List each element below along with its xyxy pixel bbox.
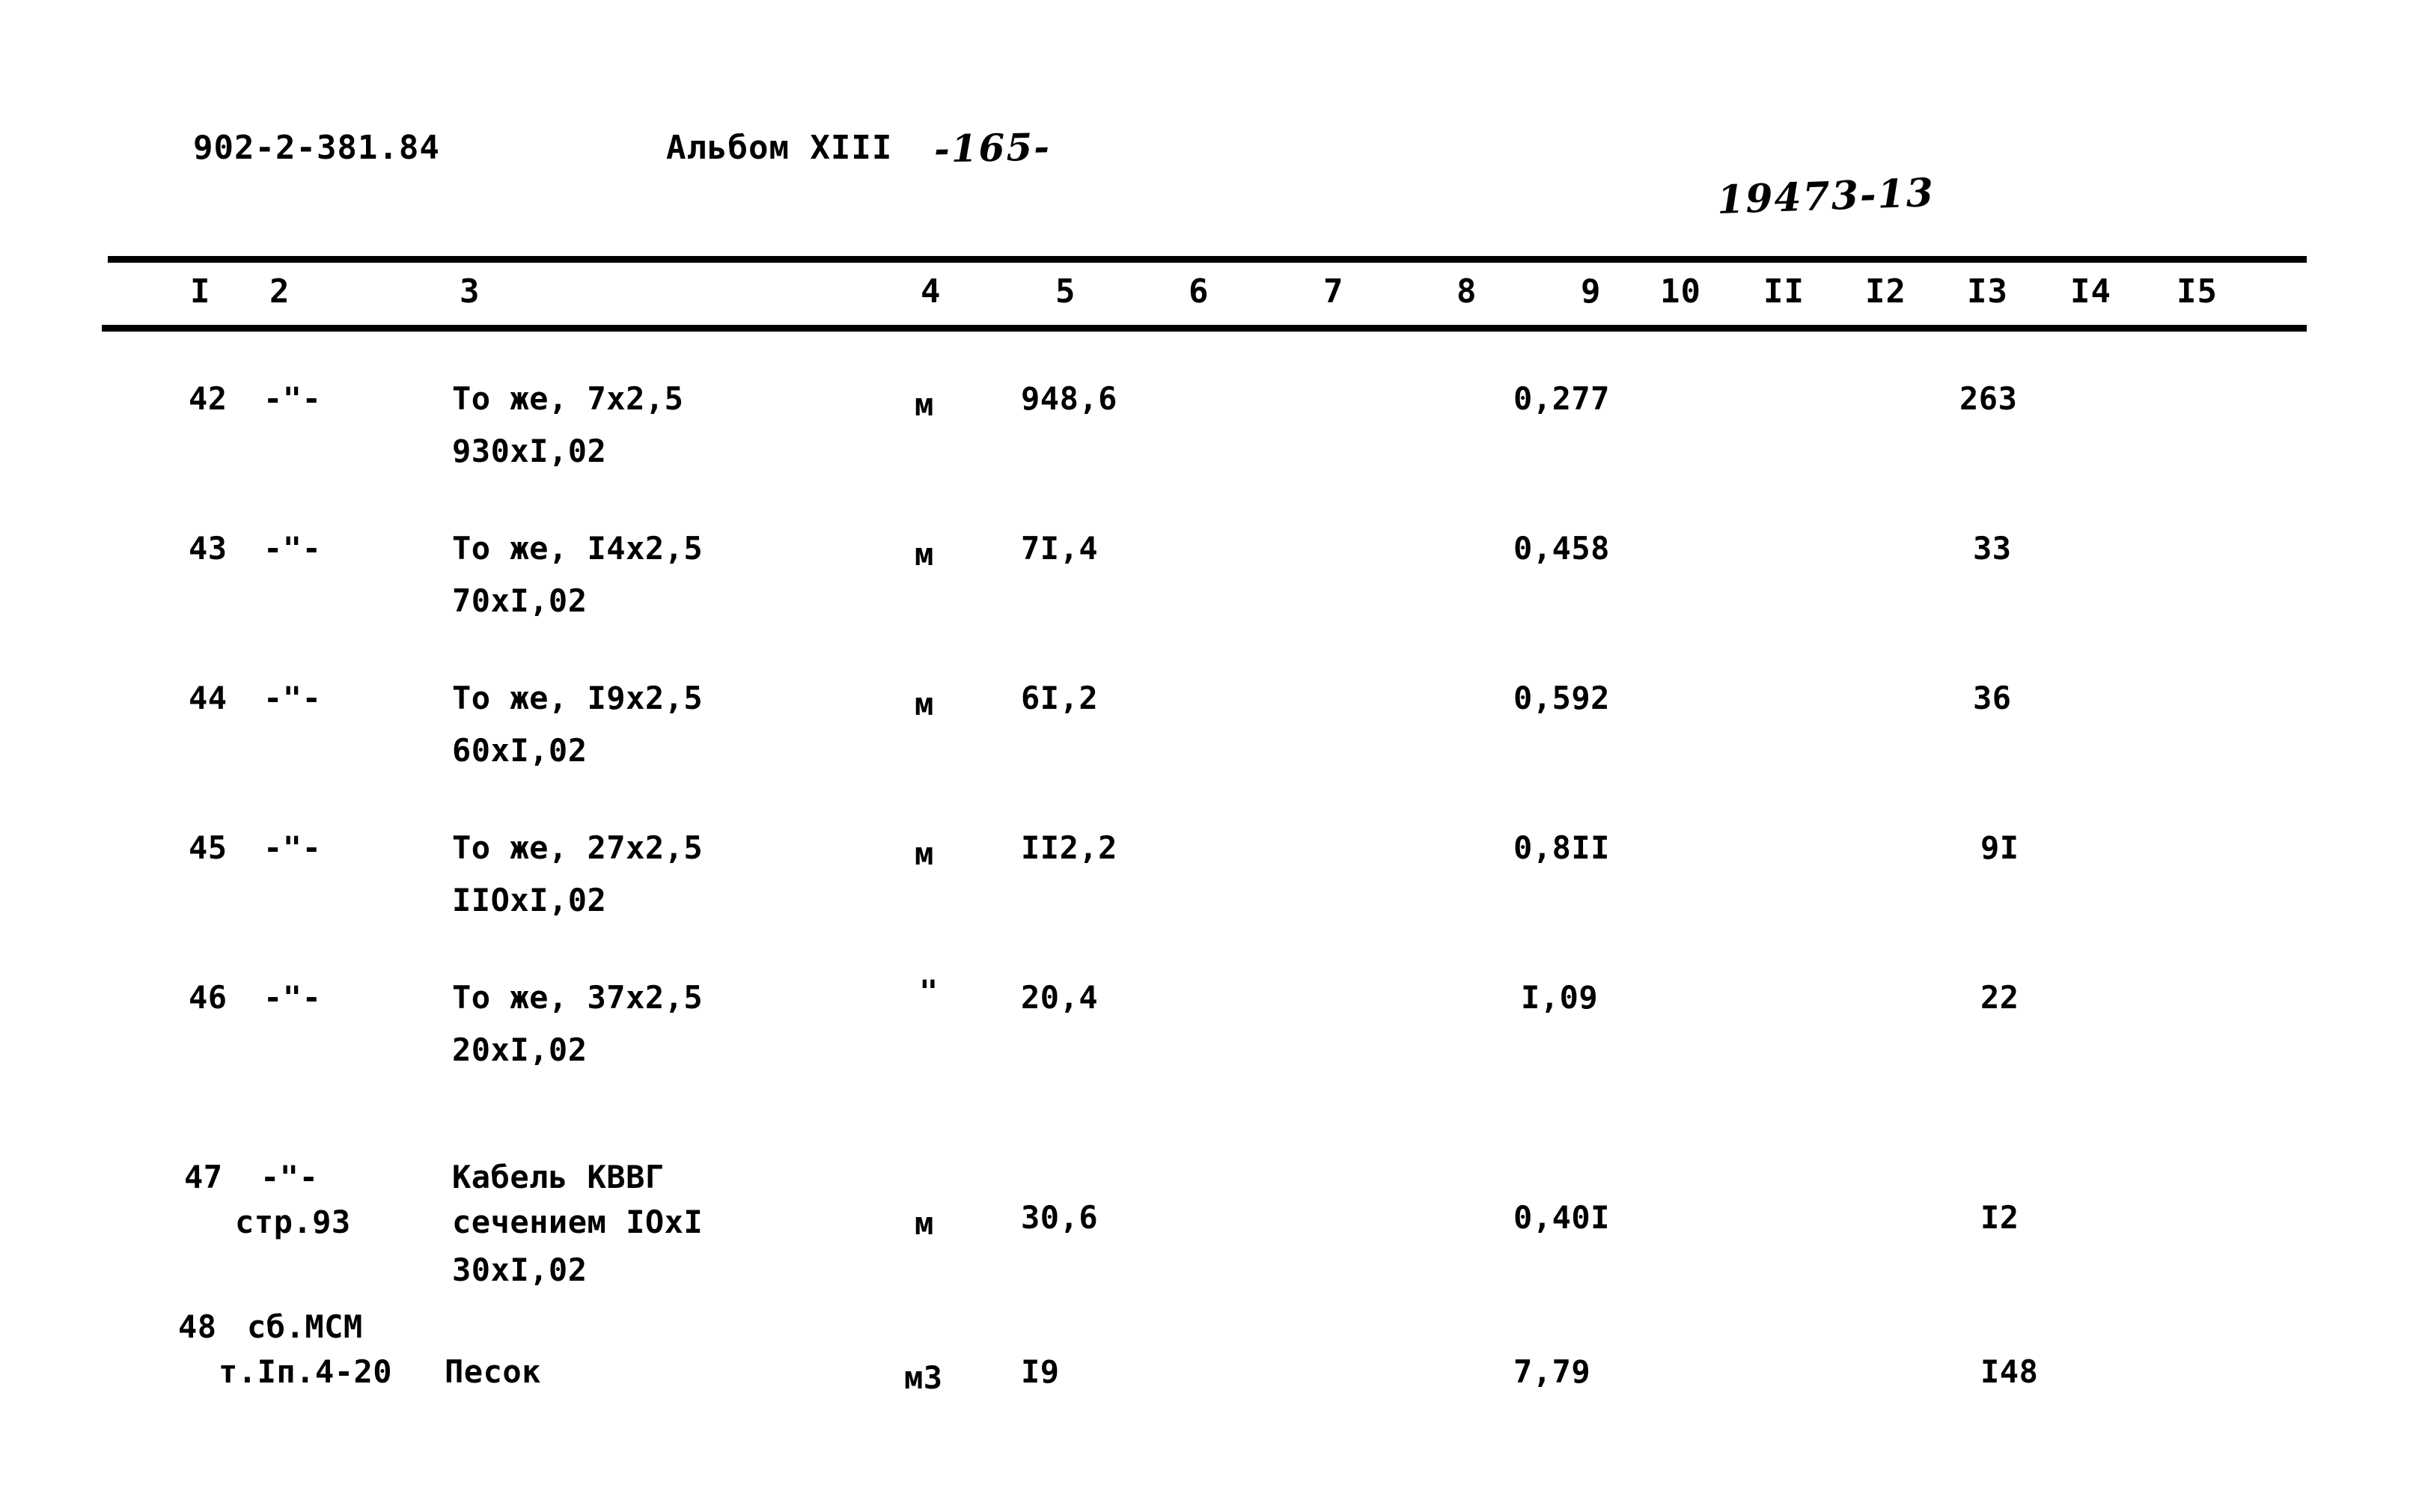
row-col9-value: 0,8II — [1513, 829, 1610, 866]
row-description: То же, 37х2,5 — [452, 979, 704, 1016]
column-header-4: 4 — [921, 272, 942, 311]
row-quantity: 948,6 — [1021, 380, 1117, 417]
row-col9-value: 0,592 — [1513, 680, 1610, 716]
column-header-12: I2 — [1865, 272, 1906, 311]
row-description-line2: IIОхI,02 — [452, 882, 607, 918]
row-reference: -"- — [263, 530, 322, 567]
table-row: 45 — [189, 829, 228, 866]
document-code: 902-2-381.84 — [193, 129, 440, 167]
row-reference: -"- — [260, 1159, 319, 1195]
row-reference: -"- — [263, 829, 322, 866]
row-col9-value: 0,277 — [1513, 380, 1610, 417]
table-row: 48 — [178, 1308, 217, 1345]
table-row: 44 — [189, 680, 228, 716]
row-quantity: 7I,4 — [1021, 530, 1099, 567]
row-col9-value: 0,458 — [1513, 530, 1610, 567]
row-reference: -"- — [263, 680, 322, 716]
column-header-3: 3 — [460, 272, 481, 311]
row-unit: м — [915, 386, 934, 423]
handwritten-stamp-number: 19473-13 — [1716, 169, 1936, 224]
handwritten-page-number: -165- — [933, 124, 1052, 171]
row-unit: м — [915, 536, 934, 573]
row-description: Песок — [445, 1353, 541, 1390]
row-col13-value: 263 — [1959, 380, 2018, 417]
row-col9-value: I,09 — [1521, 979, 1599, 1016]
row-unit: м3 — [904, 1359, 943, 1396]
row-reference: -"- — [263, 380, 322, 417]
row-quantity: 20,4 — [1021, 979, 1099, 1016]
column-header-2: 2 — [269, 272, 290, 311]
document-page: 902-2-381.84 Альбом XIII -165- 19473-13 … — [0, 0, 2422, 1512]
row-description: Кабель КВВГ — [452, 1159, 665, 1195]
album-label: Альбом XIII — [666, 129, 893, 167]
column-header-6: 6 — [1189, 272, 1210, 311]
row-description-line2: 60хI,02 — [452, 732, 588, 769]
row-col13-value: 22 — [1980, 979, 2019, 1016]
row-reference-line2: т.Iп.4-20 — [219, 1353, 393, 1390]
row-col9-value: 0,40I — [1513, 1199, 1610, 1236]
row-col13-value: I48 — [1980, 1353, 2039, 1390]
row-description-line2: 70хI,02 — [452, 582, 588, 619]
row-unit: м — [915, 835, 934, 872]
row-col13-value: 36 — [1973, 680, 2012, 716]
row-unit: м — [915, 1205, 934, 1242]
column-header-10: 10 — [1660, 272, 1701, 311]
table-row: 46 — [189, 979, 228, 1016]
row-col9-value: 7,79 — [1513, 1353, 1591, 1390]
column-header-7: 7 — [1323, 272, 1344, 311]
row-quantity: I9 — [1021, 1353, 1060, 1390]
row-reference: сб.МСМ — [247, 1308, 363, 1345]
column-header-14: I4 — [2070, 272, 2111, 311]
column-header-9: 9 — [1581, 272, 1602, 311]
row-unit: " — [919, 973, 939, 1010]
row-description: То же, I9х2,5 — [452, 680, 704, 716]
row-description-line3: 30хI,02 — [452, 1252, 588, 1288]
column-header-8: 8 — [1456, 272, 1477, 311]
row-quantity: II2,2 — [1021, 829, 1117, 866]
row-quantity: 6I,2 — [1021, 680, 1099, 716]
row-unit: м — [915, 686, 934, 722]
table-top-rule — [108, 256, 2307, 263]
row-description-line2: сечением IОхI — [452, 1204, 704, 1240]
column-header-11: II — [1763, 272, 1805, 311]
row-reference: -"- — [263, 979, 322, 1016]
row-description: То же, 7х2,5 — [452, 380, 684, 417]
table-row: 43 — [189, 530, 228, 567]
column-header-5: 5 — [1055, 272, 1076, 311]
row-col13-value: I2 — [1980, 1199, 2019, 1236]
table-row: 42 — [189, 380, 228, 417]
table-bottom-rule — [102, 325, 2307, 332]
row-description-line2: 930хI,02 — [452, 433, 607, 469]
column-header-13: I3 — [1967, 272, 2008, 311]
row-description: То же, I4х2,5 — [452, 530, 704, 567]
row-description-line2: 20хI,02 — [452, 1031, 588, 1068]
table-row: 47 — [184, 1159, 223, 1195]
column-header-1: I — [190, 272, 211, 311]
row-col13-value: 33 — [1973, 530, 2012, 567]
column-header-15: I5 — [2177, 272, 2218, 311]
row-quantity: 30,6 — [1021, 1199, 1099, 1236]
row-col13-value: 9I — [1980, 829, 2019, 866]
row-description: То же, 27х2,5 — [452, 829, 704, 866]
row-reference-line2: стр.93 — [235, 1204, 351, 1240]
